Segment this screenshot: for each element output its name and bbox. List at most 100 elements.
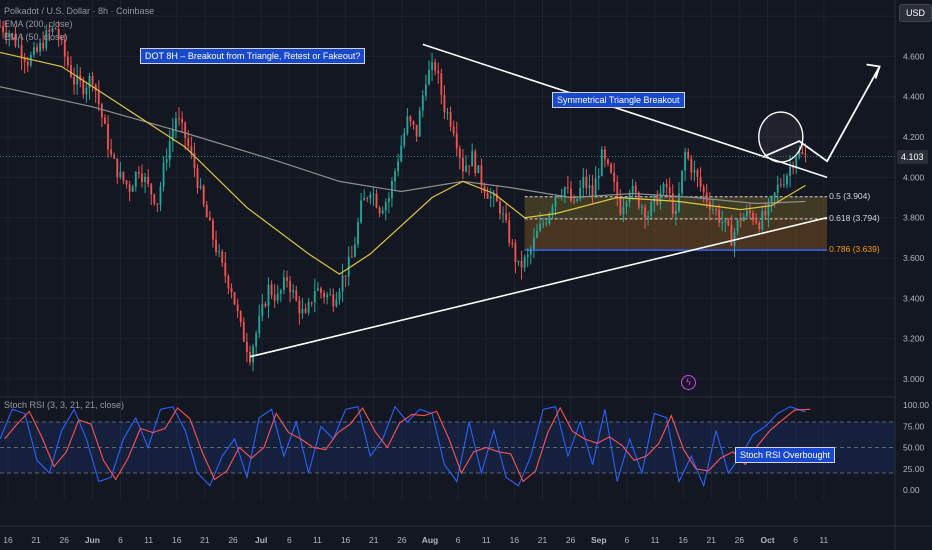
candle-body xyxy=(489,196,492,199)
candle-body xyxy=(773,192,776,197)
time-tick-label: 16 xyxy=(341,535,351,545)
candle-body xyxy=(310,302,313,304)
candle-body xyxy=(779,184,782,186)
candle-body xyxy=(196,168,199,188)
candle-body xyxy=(662,184,665,193)
candle-body xyxy=(239,311,242,323)
stoch-legend: Stoch RSI (3, 3, 21, 21, close) xyxy=(4,400,125,410)
candle-body xyxy=(316,288,319,291)
candle-body xyxy=(415,124,418,137)
candle-body xyxy=(199,186,202,188)
candle-body xyxy=(125,180,128,185)
candle-body xyxy=(455,133,458,149)
time-tick-label: 16 xyxy=(172,535,182,545)
price-tick-label: 4.600 xyxy=(903,51,925,61)
candle-body xyxy=(508,220,511,244)
candle-body xyxy=(332,294,335,307)
candle-body xyxy=(168,141,171,160)
lightning-icon[interactable]: ϟ xyxy=(681,375,696,390)
candle-body xyxy=(610,163,612,173)
candle-body xyxy=(245,341,248,352)
candle-body xyxy=(153,194,156,204)
time-tick-label: Aug xyxy=(422,535,439,545)
candle-body xyxy=(156,203,159,205)
candle-body xyxy=(372,193,375,195)
candle-body xyxy=(242,322,245,342)
candle-body xyxy=(63,39,66,57)
time-tick-label: 6 xyxy=(456,535,461,545)
chart-canvas[interactable]: 4.8004.6004.4004.2004.0003.8003.6003.400… xyxy=(0,0,932,550)
time-tick-label: 11 xyxy=(819,535,828,545)
candle-body xyxy=(409,116,412,122)
stoch-tick-label: 75.00 xyxy=(903,421,925,431)
time-tick-label: Oct xyxy=(760,535,774,545)
title-annotation[interactable]: DOT 8H – Breakout from Triangle, Retest … xyxy=(140,48,366,64)
candle-body xyxy=(440,73,443,95)
candle-body xyxy=(218,251,221,253)
price-tick-label: 3.000 xyxy=(903,374,925,384)
candle-body xyxy=(742,216,745,222)
candle-body xyxy=(705,192,708,202)
candle-body xyxy=(267,284,270,307)
candle-body xyxy=(600,149,603,176)
candle-body xyxy=(174,118,177,130)
currency-badge[interactable]: USD xyxy=(899,4,932,22)
candle-body xyxy=(42,42,45,49)
candle-body xyxy=(514,243,517,262)
stoch-annotation[interactable]: Stoch RSI Overbought xyxy=(735,447,836,463)
candle-body xyxy=(749,210,751,213)
candle-body xyxy=(563,187,566,196)
candle-body xyxy=(480,165,483,186)
candle-body xyxy=(418,110,421,137)
candle-body xyxy=(536,230,538,238)
candle-body xyxy=(258,316,261,334)
candle-body xyxy=(295,290,298,301)
candle-body xyxy=(252,346,254,363)
candle-body xyxy=(233,292,236,305)
candle-body xyxy=(323,292,325,298)
price-tick-label: 4.000 xyxy=(903,172,925,182)
candle-body xyxy=(437,70,440,74)
candle-body xyxy=(353,244,356,257)
triangle-annotation[interactable]: Symmetrical Triangle Breakout xyxy=(552,92,685,108)
candle-body xyxy=(511,243,514,245)
fib-label-0-618: 0.618 (3.794) xyxy=(829,212,880,223)
candle-body xyxy=(730,224,733,246)
candle-body xyxy=(375,193,378,208)
candle-body xyxy=(421,95,424,111)
candle-body xyxy=(273,295,276,301)
candle-body xyxy=(119,172,122,178)
candle-body xyxy=(727,220,730,225)
candle-body xyxy=(276,293,279,301)
candle-body xyxy=(789,166,791,176)
candle-body xyxy=(17,45,20,47)
time-tick-label: Sep xyxy=(591,535,607,545)
candle-body xyxy=(554,196,557,207)
time-tick-label: 26 xyxy=(60,535,70,545)
time-tick-label: 6 xyxy=(118,535,123,545)
candle-body xyxy=(39,42,42,52)
candle-body xyxy=(745,210,748,217)
ema200-legend: EMA (200, close) xyxy=(4,19,73,29)
candle-body xyxy=(187,138,190,147)
candle-body xyxy=(446,112,449,114)
ema50-legend: EMA (50, close) xyxy=(4,32,68,42)
projection-arrowhead xyxy=(866,63,881,79)
candle-body xyxy=(36,47,38,52)
fib-label-0-5: 0.5 (3.904) xyxy=(829,190,871,201)
candle-body xyxy=(20,45,23,59)
candle-body xyxy=(637,192,640,208)
candle-body xyxy=(128,184,131,192)
candle-body xyxy=(279,290,282,294)
candle-body xyxy=(532,237,535,249)
candle-body xyxy=(357,222,359,245)
candle-body xyxy=(162,162,165,187)
price-tick-label: 3.800 xyxy=(903,213,925,223)
candle-body xyxy=(134,171,137,187)
candle-body xyxy=(687,151,690,159)
candle-body xyxy=(545,223,548,225)
price-tick-label: 4.200 xyxy=(903,132,925,142)
time-tick-label: 11 xyxy=(651,535,660,545)
candle-body xyxy=(607,159,609,164)
candle-body xyxy=(733,231,736,246)
